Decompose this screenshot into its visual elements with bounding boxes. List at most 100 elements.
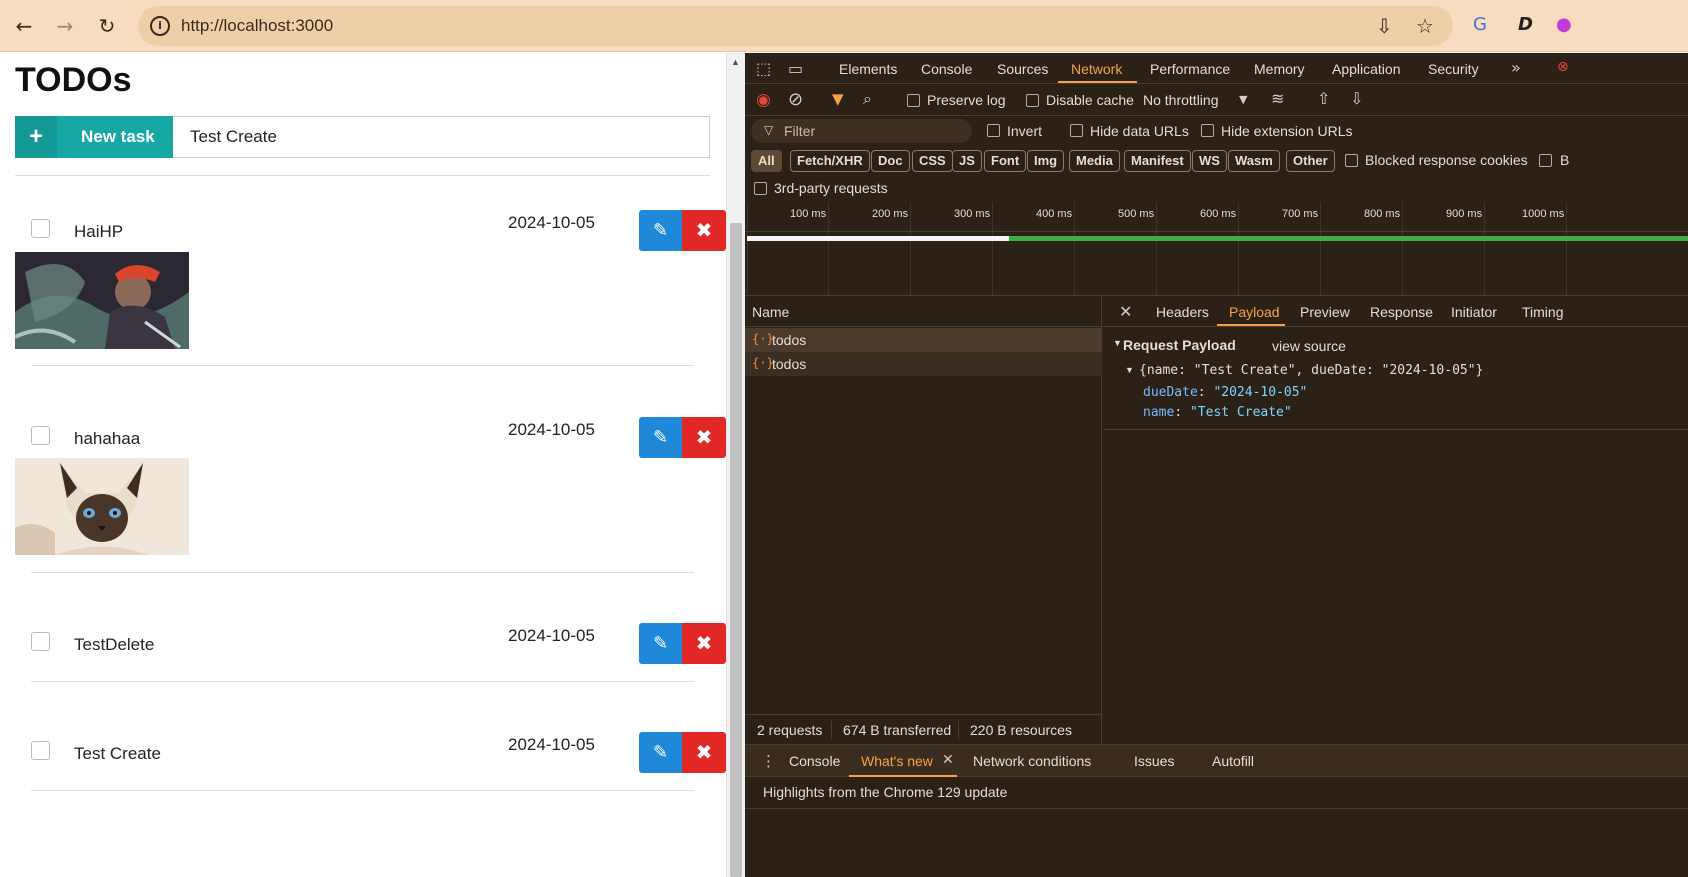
chip-ws[interactable]: WS — [1192, 150, 1227, 172]
todo-checkbox[interactable] — [31, 741, 50, 760]
close-detail-icon[interactable]: ✕ — [1119, 302, 1132, 321]
error-badge-icon[interactable]: ⊗ — [1557, 59, 1569, 75]
expand-triangle-icon[interactable]: ▼ — [1125, 365, 1134, 375]
chip-img[interactable]: Img — [1027, 150, 1065, 172]
third-party-checkbox[interactable] — [754, 182, 767, 195]
clear-icon[interactable]: ⊘ — [788, 89, 803, 110]
search-icon[interactable]: ⌕ — [863, 89, 872, 109]
tab-initiator[interactable]: Initiator — [1451, 304, 1497, 320]
import-har-icon[interactable]: ⇧ — [1317, 89, 1330, 108]
tab-security[interactable]: Security — [1428, 61, 1479, 77]
request-row[interactable]: {·} todos — [745, 328, 1102, 352]
install-app-icon[interactable]: ⇩ — [1376, 14, 1393, 38]
collapse-triangle-icon[interactable]: ▼ — [1113, 338, 1122, 348]
tab-headers[interactable]: Headers — [1156, 304, 1209, 320]
reload-icon[interactable]: ↻ — [93, 12, 121, 40]
device-toolbar-icon[interactable]: ▭ — [788, 59, 803, 78]
invert-checkbox[interactable] — [987, 124, 1000, 137]
tab-sources[interactable]: Sources — [997, 61, 1048, 77]
tab-performance[interactable]: Performance — [1150, 61, 1230, 77]
chip-all[interactable]: All — [751, 150, 782, 172]
payload-field-duedate: dueDate: "2024-10-05" — [1143, 385, 1308, 400]
scroll-thumb[interactable] — [730, 223, 742, 877]
edit-button[interactable]: ✎ — [639, 732, 682, 773]
drawer-tab-network-conditions[interactable]: Network conditions — [973, 753, 1091, 769]
tab-elements[interactable]: Elements — [839, 61, 897, 77]
delete-button[interactable]: ✖ — [682, 623, 726, 664]
tab-network[interactable]: Network — [1071, 61, 1122, 77]
chip-manifest[interactable]: Manifest — [1124, 150, 1191, 172]
more-tabs-chevron-icon[interactable]: » — [1511, 58, 1521, 77]
network-timeline[interactable]: 100 ms 200 ms 300 ms 400 ms 500 ms 600 m… — [745, 202, 1688, 296]
view-source-link[interactable]: view source — [1272, 338, 1346, 354]
new-task-button[interactable]: + New task — [15, 116, 173, 158]
todo-checkbox[interactable] — [31, 632, 50, 651]
third-party-label: 3rd-party requests — [774, 180, 888, 196]
request-payload-title[interactable]: Request Payload — [1123, 337, 1236, 353]
site-info-icon[interactable]: i — [150, 16, 170, 36]
request-row[interactable]: {·} todos — [745, 352, 1102, 376]
scroll-up-arrow-icon[interactable]: ▲ — [731, 57, 740, 67]
request-list-header: Name — [745, 296, 1102, 327]
edit-button[interactable]: ✎ — [639, 417, 682, 458]
chip-other[interactable]: Other — [1286, 150, 1335, 172]
drawer-menu-icon[interactable]: ⋮ — [761, 752, 776, 770]
drawer-tab-autofill[interactable]: Autofill — [1212, 753, 1254, 769]
chip-font[interactable]: Font — [984, 150, 1027, 172]
throttling-dropdown-icon[interactable]: ▼ — [1239, 93, 1247, 106]
chip-css[interactable]: CSS — [912, 150, 953, 172]
tab-console[interactable]: Console — [921, 61, 972, 77]
page-title: TODOs — [15, 61, 132, 99]
edit-button[interactable]: ✎ — [639, 210, 682, 251]
d-extension-icon[interactable]: D — [1518, 14, 1533, 35]
blocked-requests-checkbox[interactable] — [1539, 154, 1552, 167]
tab-preview[interactable]: Preview — [1300, 304, 1350, 320]
todo-checkbox[interactable] — [31, 219, 50, 238]
tab-application[interactable]: Application — [1332, 61, 1401, 77]
filter-input[interactable]: ▽ Filter — [751, 119, 972, 143]
page-scrollbar[interactable]: ▲ — [726, 53, 745, 877]
delete-button[interactable]: ✖ — [682, 417, 726, 458]
tab-timing[interactable]: Timing — [1522, 304, 1564, 320]
disable-cache-checkbox[interactable] — [1026, 94, 1039, 107]
delete-button[interactable]: ✖ — [682, 210, 726, 251]
translate-extension-icon[interactable]: G — [1473, 14, 1487, 35]
hide-data-urls-checkbox[interactable] — [1070, 124, 1083, 137]
section-divider — [1103, 429, 1688, 430]
todo-checkbox[interactable] — [31, 426, 50, 445]
tab-payload[interactable]: Payload — [1229, 304, 1280, 320]
column-name-header[interactable]: Name — [752, 304, 789, 320]
payload-summary[interactable]: {name: "Test Create", dueDate: "2024-10-… — [1139, 363, 1483, 378]
todo-date: 2024-10-05 — [508, 735, 595, 754]
chip-media[interactable]: Media — [1069, 150, 1120, 172]
throttling-select[interactable]: No throttling — [1143, 92, 1218, 108]
record-stop-icon[interactable]: ◉ — [756, 90, 771, 110]
tab-response[interactable]: Response — [1370, 304, 1433, 320]
chip-wasm[interactable]: Wasm — [1228, 150, 1280, 172]
forward-arrow-icon[interactable]: → — [51, 12, 79, 40]
field-key: dueDate — [1143, 385, 1198, 400]
tab-memory[interactable]: Memory — [1254, 61, 1305, 77]
address-bar[interactable]: i http://localhost:3000 ⇩ ☆ — [138, 6, 1453, 46]
inspect-element-icon[interactable]: ⬚ — [756, 59, 771, 78]
export-har-icon[interactable]: ⇩ — [1350, 89, 1363, 108]
close-tab-icon[interactable]: ✕ — [942, 752, 954, 768]
blocked-cookies-checkbox[interactable] — [1345, 154, 1358, 167]
bookmark-star-icon[interactable]: ☆ — [1416, 14, 1434, 38]
drawer-tab-console[interactable]: Console — [789, 753, 840, 769]
edit-button[interactable]: ✎ — [639, 623, 682, 664]
drawer-tab-issues[interactable]: Issues — [1134, 753, 1174, 769]
new-task-input[interactable] — [173, 116, 710, 158]
chip-fetch-xhr[interactable]: Fetch/XHR — [790, 150, 870, 172]
hide-extension-urls-checkbox[interactable] — [1201, 124, 1214, 137]
drawer-tab-whats-new[interactable]: What's new — [861, 753, 933, 769]
chip-doc[interactable]: Doc — [871, 150, 910, 172]
profile-icon[interactable]: ● — [1556, 14, 1572, 35]
filter-funnel-icon[interactable]: ▼ — [832, 90, 844, 108]
chip-js[interactable]: JS — [952, 150, 982, 172]
preserve-log-checkbox[interactable] — [907, 94, 920, 107]
back-arrow-icon[interactable]: ← — [10, 12, 38, 40]
delete-button[interactable]: ✖ — [682, 732, 726, 773]
plus-icon: + — [15, 116, 57, 158]
network-conditions-icon[interactable]: ≋ — [1271, 89, 1284, 108]
